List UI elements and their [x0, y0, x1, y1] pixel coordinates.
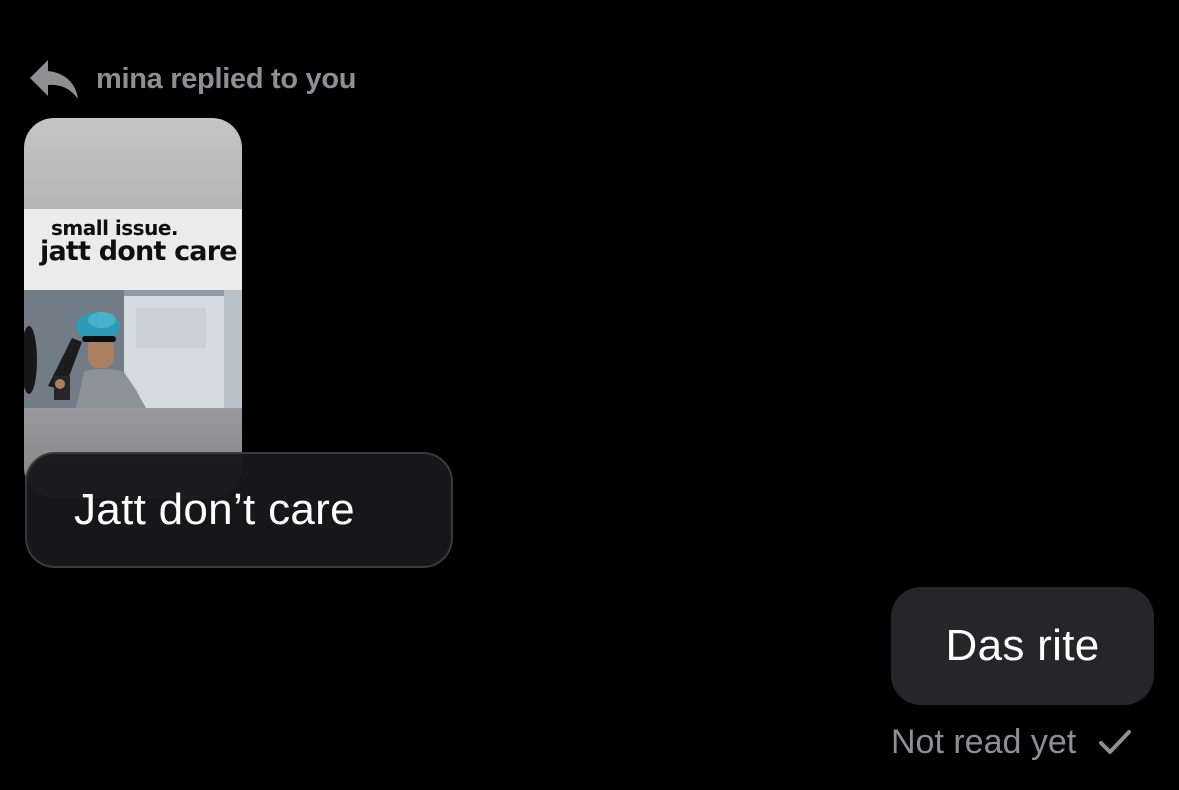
incoming-message-bubble[interactable]: Jatt don’t care: [25, 452, 453, 568]
outgoing-message-bubble[interactable]: Das rite: [891, 587, 1154, 705]
reply-arrow-icon: [30, 60, 78, 99]
read-receipt: Not read yet: [891, 720, 1132, 764]
reply-context-label: mina replied to you: [96, 62, 357, 95]
read-receipt-text: Not read yet: [891, 722, 1077, 761]
incoming-message-text: Jatt don’t care: [74, 485, 355, 534]
replied-story-preview[interactable]: small issue. jatt dont care: [24, 118, 242, 498]
preview-top-gradient: [24, 118, 242, 209]
meme-photo: [24, 290, 242, 408]
outgoing-message-text: Das rite: [945, 621, 1100, 670]
reply-header: mina replied to you: [26, 56, 356, 102]
checkmark-icon: [1099, 730, 1132, 754]
meme-big-text: jatt dont care: [40, 236, 238, 267]
